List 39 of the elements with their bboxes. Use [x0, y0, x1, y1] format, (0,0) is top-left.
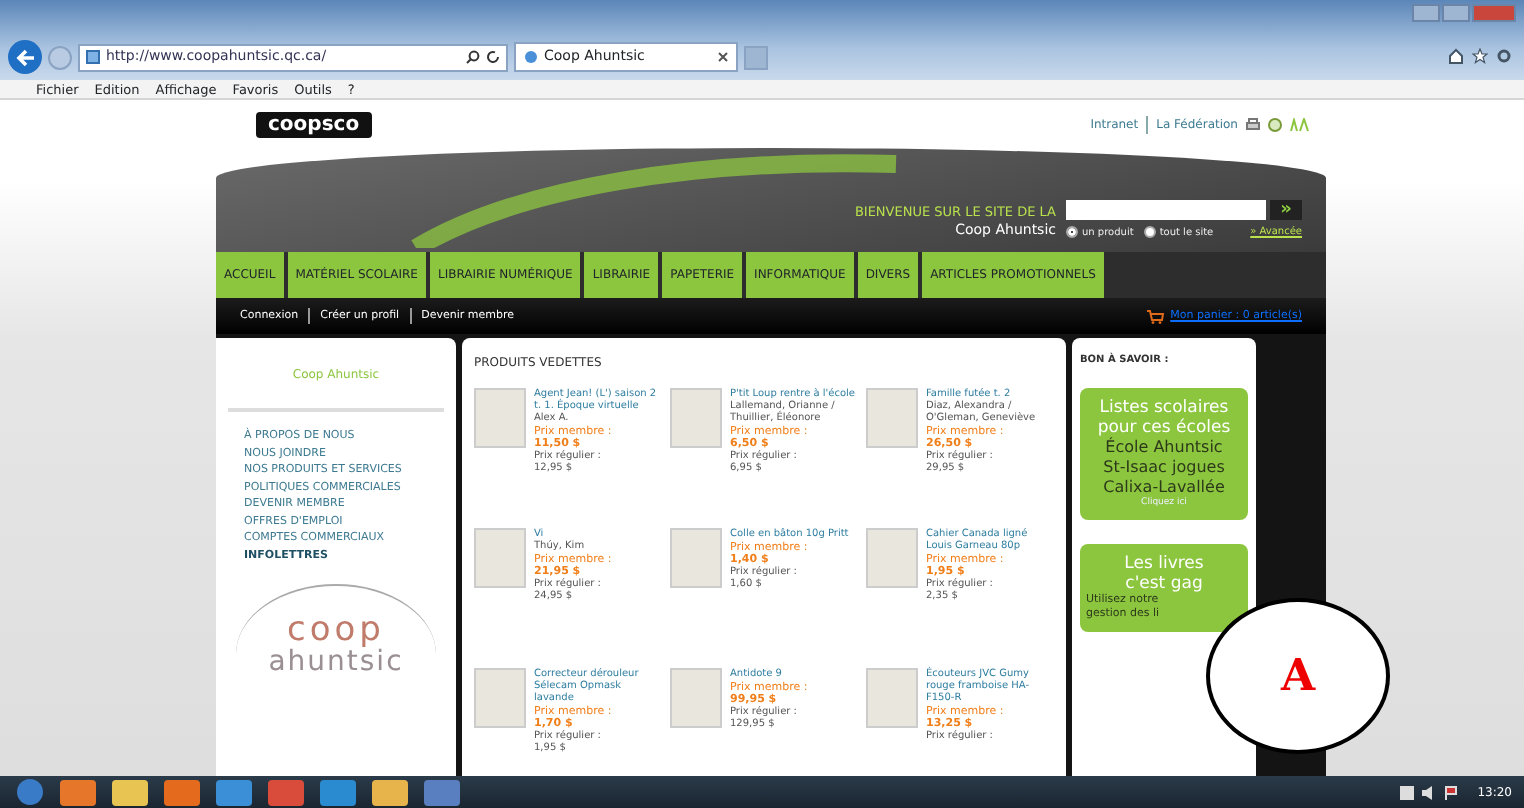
star-icon[interactable]	[1472, 48, 1488, 64]
refresh-icon	[486, 50, 500, 64]
minimize-button[interactable]	[1412, 4, 1440, 22]
volume-icon[interactable]	[1421, 785, 1436, 799]
home-icon[interactable]	[1448, 48, 1464, 64]
taskbar-app-icon[interactable]	[216, 779, 252, 805]
promo-text: St-Isaac jogues	[1101, 457, 1227, 477]
taskbar-app-icon[interactable]	[424, 779, 460, 805]
radio-button[interactable]	[1143, 226, 1156, 238]
back-arrow-icon	[15, 47, 35, 67]
taskbar-app-icon[interactable]	[372, 779, 408, 805]
promo-headline: Listes scolaires	[1097, 397, 1231, 417]
search-field[interactable]	[1066, 200, 1266, 220]
taskbar-app-icon[interactable]	[112, 779, 148, 805]
flag-icon[interactable]	[1443, 785, 1458, 799]
printer-icon[interactable]	[1246, 117, 1260, 131]
maximize-button[interactable]	[1442, 4, 1470, 22]
page-icon	[524, 50, 538, 64]
logo-text: coop	[287, 614, 385, 648]
taskbar-app-icon[interactable]	[164, 779, 200, 805]
close-icon[interactable]	[718, 52, 728, 62]
promo-headline: pour ces écoles	[1095, 417, 1233, 437]
search-button[interactable]: »	[1270, 200, 1302, 220]
search-icon	[466, 50, 480, 64]
cart-icon	[1146, 309, 1165, 323]
promo-headline: c'est gag	[1125, 574, 1205, 595]
taskbar-app-icon[interactable]	[60, 779, 96, 805]
start-orb-icon[interactable]	[16, 778, 44, 806]
page-icon	[86, 50, 100, 64]
radio-button[interactable]	[1066, 226, 1078, 238]
back-button[interactable]	[8, 40, 42, 74]
promo-headline: Les livres	[1122, 554, 1206, 575]
promo-text: École Ahuntsic	[1103, 437, 1225, 457]
site-logo[interactable]: coopsco	[256, 111, 372, 137]
promo-text: Calixa-Lavallée	[1101, 477, 1227, 497]
logo-text: ahuntsic	[266, 648, 406, 678]
text-size-icon[interactable]	[1290, 117, 1310, 131]
forward-button[interactable]	[48, 45, 72, 69]
taskbar-app-icon[interactable]	[320, 779, 356, 805]
